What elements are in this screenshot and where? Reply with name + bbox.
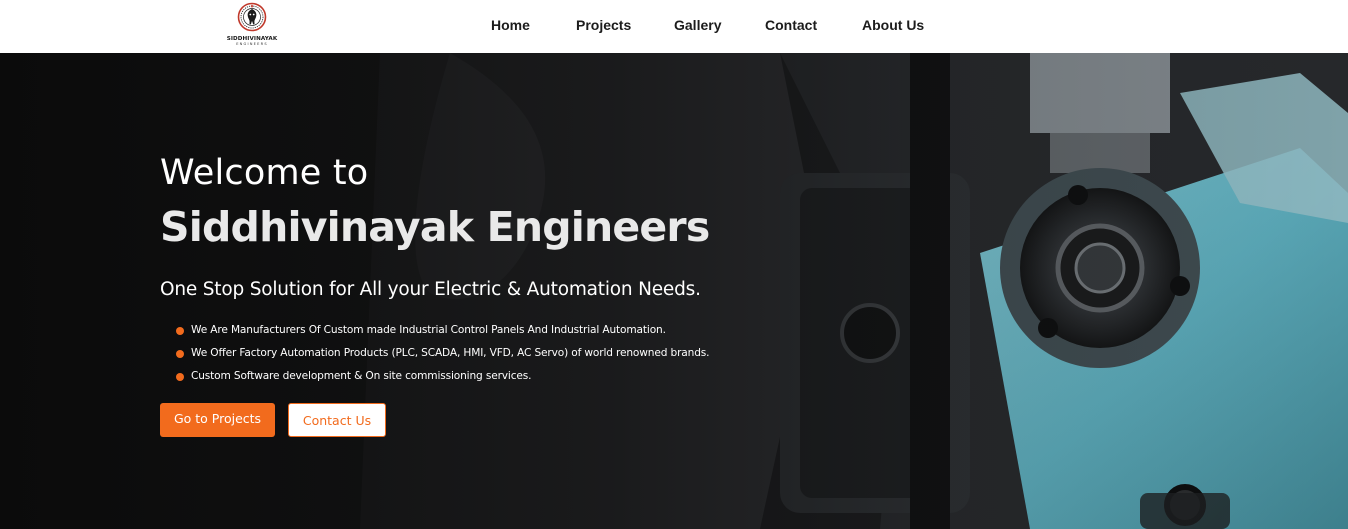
hero-company-name: Siddhivinayak Engineers (160, 203, 710, 251)
contact-us-button[interactable]: Contact Us (288, 403, 386, 437)
list-item: We Offer Factory Automation Products (PL… (176, 346, 710, 369)
ganesha-emblem-icon (237, 2, 267, 32)
bullet-icon (176, 350, 184, 358)
hero-tagline: One Stop Solution for All your Electric … (160, 279, 701, 300)
brand-logo[interactable]: SIDDHIVINAYAK ENGINEERS (226, 2, 278, 50)
hero-content: Welcome to Siddhivinayak Engineers One S… (0, 53, 1348, 529)
go-to-projects-button[interactable]: Go to Projects (160, 403, 275, 437)
nav-about-us[interactable]: About Us (862, 17, 924, 33)
list-item: Custom Software development & On site co… (176, 369, 709, 392)
feature-list: We Are Manufacturers Of Custom made Indu… (176, 323, 710, 392)
bullet-icon (176, 327, 184, 335)
feature-text: We Offer Factory Automation Products (PL… (191, 347, 710, 359)
nav-home[interactable]: Home (491, 17, 530, 33)
nav-gallery[interactable]: Gallery (674, 17, 721, 33)
nav-projects[interactable]: Projects (576, 17, 631, 33)
brand-sub: ENGINEERS (236, 42, 268, 46)
hero-section: Welcome to Siddhivinayak Engineers One S… (0, 53, 1348, 529)
nav-contact[interactable]: Contact (765, 17, 817, 33)
bullet-icon (176, 373, 184, 381)
feature-text: We Are Manufacturers Of Custom made Indu… (191, 324, 666, 336)
feature-text: Custom Software development & On site co… (191, 370, 532, 382)
hero-welcome: Welcome to (160, 153, 369, 193)
list-item: We Are Manufacturers Of Custom made Indu… (176, 323, 709, 346)
navbar: SIDDHIVINAYAK ENGINEERS Home Projects Ga… (0, 0, 1348, 53)
